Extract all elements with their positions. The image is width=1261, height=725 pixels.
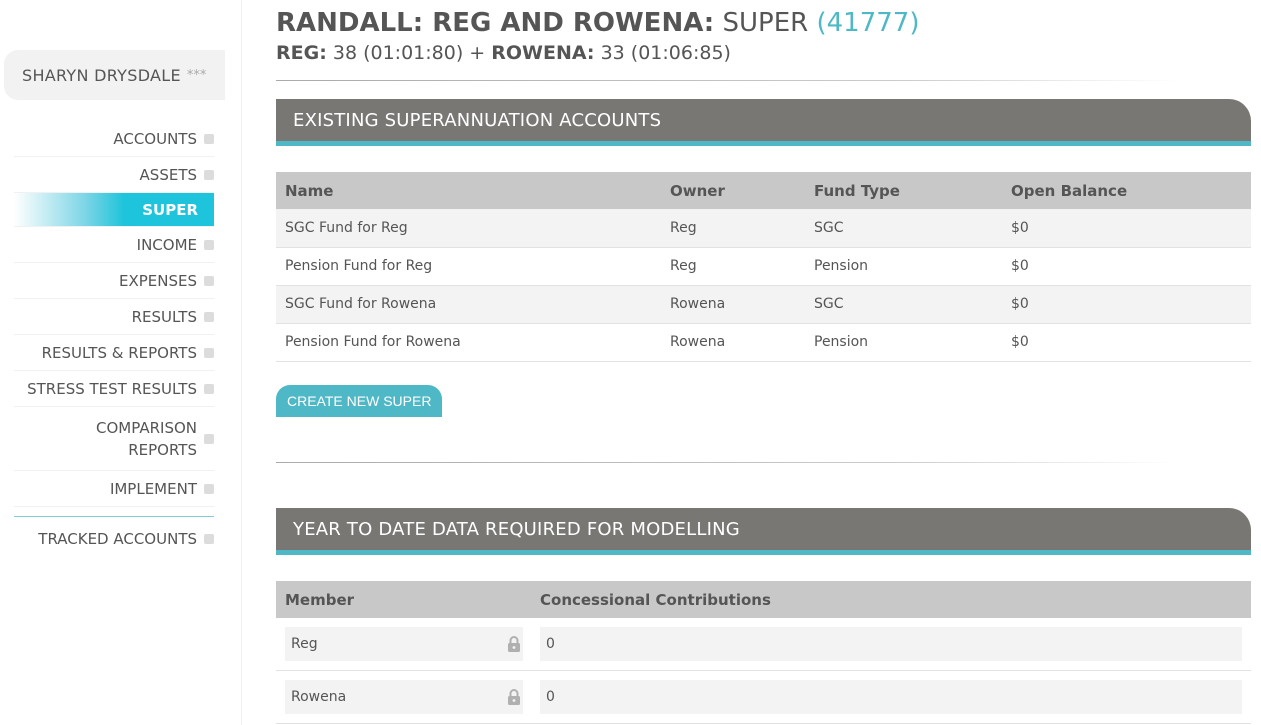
create-new-super-button[interactable]: CREATE NEW SUPER xyxy=(276,385,443,417)
user-name: SHARYN DRYSDALE xyxy=(22,65,181,85)
client-name: RANDALL: REG AND ROWENA: xyxy=(276,8,715,38)
accounts-panel-title: EXISTING SUPERANNUATION ACCOUNTS xyxy=(293,109,662,131)
table-row[interactable]: SGC Fund for Reg Reg SGC $0 xyxy=(276,209,1251,248)
member2-info: 33 (01:06:85) xyxy=(600,42,731,64)
member-field: Rowena xyxy=(285,680,523,714)
square-icon xyxy=(204,433,214,444)
cell-fund-type: Pension xyxy=(805,247,1002,286)
cell-name: SGC Fund for Rowena xyxy=(276,285,661,324)
square-icon xyxy=(204,169,214,180)
cell-balance: $0 xyxy=(1002,247,1251,286)
sidebar-item-label: ACCOUNTS xyxy=(113,129,197,148)
cell-balance: $0 xyxy=(1002,323,1251,362)
divider xyxy=(276,462,1176,463)
column-header-name[interactable]: Name xyxy=(276,172,661,209)
sidebar-item-label: TRACKED ACCOUNTS xyxy=(38,530,197,548)
square-icon xyxy=(204,347,214,358)
cell-balance: $0 xyxy=(1002,285,1251,324)
member-name: Rowena xyxy=(291,689,347,705)
sidebar-item-label: ASSETS xyxy=(139,165,197,184)
sidebar-item-label: SUPER xyxy=(142,200,198,219)
cell-name: Pension Fund for Reg xyxy=(276,247,661,286)
cell-balance: $0 xyxy=(1002,209,1251,248)
sidebar-item-label: STRESS TEST RESULTS xyxy=(27,379,197,398)
cell-fund-type: Pension xyxy=(805,323,1002,362)
concessional-contributions-input[interactable]: 0 xyxy=(540,680,1242,714)
cell-owner: Rowena xyxy=(661,323,805,362)
sidebar-item-stress-test-results[interactable]: STRESS TEST RESULTS xyxy=(14,371,214,407)
page-title: RANDALL: REG AND ROWENA: SUPER (41777) xyxy=(276,8,919,38)
sidebar-item-accounts[interactable]: ACCOUNTS xyxy=(14,121,214,157)
sidebar-item-super[interactable]: SUPER xyxy=(14,193,214,227)
table-header-row: Name Owner Fund Type Open Balance xyxy=(276,172,1251,209)
accounts-table: Name Owner Fund Type Open Balance SGC Fu… xyxy=(276,172,1251,362)
sidebar-item-tracked-accounts[interactable]: TRACKED ACCOUNTS xyxy=(14,521,214,557)
column-header-open-balance[interactable]: Open Balance xyxy=(1002,172,1251,209)
column-header-concessional-contributions: Concessional Contributions xyxy=(540,590,771,609)
sidebar-nav: ACCOUNTS ASSETS SUPER INCOME EXPENSES RE… xyxy=(14,121,214,557)
user-stars: *** xyxy=(186,67,207,83)
square-icon xyxy=(204,239,214,250)
sidebar-item-comparison-reports[interactable]: COMPARISON REPORTS xyxy=(14,407,214,471)
column-header-member: Member xyxy=(285,590,355,609)
cell-owner: Reg xyxy=(661,247,805,286)
sidebar-item-label: EXPENSES xyxy=(118,271,197,290)
sidebar-item-label: INCOME xyxy=(136,235,197,254)
accounts-panel-header: EXISTING SUPERANNUATION ACCOUNTS xyxy=(276,99,1251,146)
square-icon xyxy=(204,534,214,544)
ytd-panel-header: YEAR TO DATE DATA REQUIRED FOR MODELLING xyxy=(276,508,1251,555)
lock-icon xyxy=(508,636,520,652)
cell-name: SGC Fund for Reg xyxy=(276,209,661,248)
sidebar-item-label: IMPLEMENT xyxy=(109,479,197,498)
section-name: SUPER xyxy=(722,8,809,38)
client-id: (41777) xyxy=(816,8,920,38)
column-header-fund-type[interactable]: Fund Type xyxy=(805,172,1002,209)
plus-sign: + xyxy=(469,42,486,64)
square-icon xyxy=(204,311,214,322)
cell-owner: Rowena xyxy=(661,285,805,324)
sidebar-item-expenses[interactable]: EXPENSES xyxy=(14,263,214,299)
member-field: Reg xyxy=(285,627,523,661)
sidebar-item-label: COMPARISON REPORTS xyxy=(96,418,197,459)
member-name: Reg xyxy=(291,636,318,652)
sidebar-item-implement[interactable]: IMPLEMENT xyxy=(14,471,214,507)
table-row: Reg 0 xyxy=(276,618,1251,671)
member1-label: REG: xyxy=(276,42,327,64)
divider xyxy=(276,80,1176,81)
cell-name: Pension Fund for Rowena xyxy=(276,323,661,362)
sidebar-item-label: RESULTS xyxy=(131,307,197,326)
page-subtitle: REG: 38 (01:01:80) + ROWENA: 33 (01:06:8… xyxy=(276,42,731,64)
table-row[interactable]: SGC Fund for Rowena Rowena SGC $0 xyxy=(276,285,1251,324)
sidebar-item-results[interactable]: RESULTS xyxy=(14,299,214,335)
sidebar-item-results-reports[interactable]: RESULTS & REPORTS xyxy=(14,335,214,371)
member1-info: 38 (01:01:80) xyxy=(332,42,464,64)
sidebar: SHARYN DRYSDALE *** ACCOUNTS ASSETS SUPE… xyxy=(0,0,242,725)
cell-fund-type: SGC xyxy=(805,209,1002,248)
square-icon xyxy=(204,275,214,286)
table-row[interactable]: Pension Fund for Reg Reg Pension $0 xyxy=(276,247,1251,286)
square-icon xyxy=(204,133,214,144)
cell-owner: Reg xyxy=(661,209,805,248)
square-icon xyxy=(204,383,214,394)
sidebar-item-income[interactable]: INCOME xyxy=(14,227,214,263)
ytd-panel-title: YEAR TO DATE DATA REQUIRED FOR MODELLING xyxy=(293,518,740,540)
nav-divider xyxy=(14,507,214,517)
sidebar-item-assets[interactable]: ASSETS xyxy=(14,157,214,193)
table-header-row: Member Concessional Contributions xyxy=(276,581,1251,618)
table-row[interactable]: Pension Fund for Rowena Rowena Pension $… xyxy=(276,323,1251,362)
table-row: Rowena 0 xyxy=(276,671,1251,724)
user-box[interactable]: SHARYN DRYSDALE *** xyxy=(4,50,225,100)
cell-fund-type: SGC xyxy=(805,285,1002,324)
concessional-contributions-input[interactable]: 0 xyxy=(540,627,1242,661)
column-header-owner[interactable]: Owner xyxy=(661,172,805,209)
member2-label: ROWENA: xyxy=(491,42,595,64)
lock-icon xyxy=(508,689,520,705)
square-icon xyxy=(204,483,214,494)
sidebar-item-label: RESULTS & REPORTS xyxy=(41,343,197,362)
ytd-table: Member Concessional Contributions Reg 0 … xyxy=(276,581,1251,724)
